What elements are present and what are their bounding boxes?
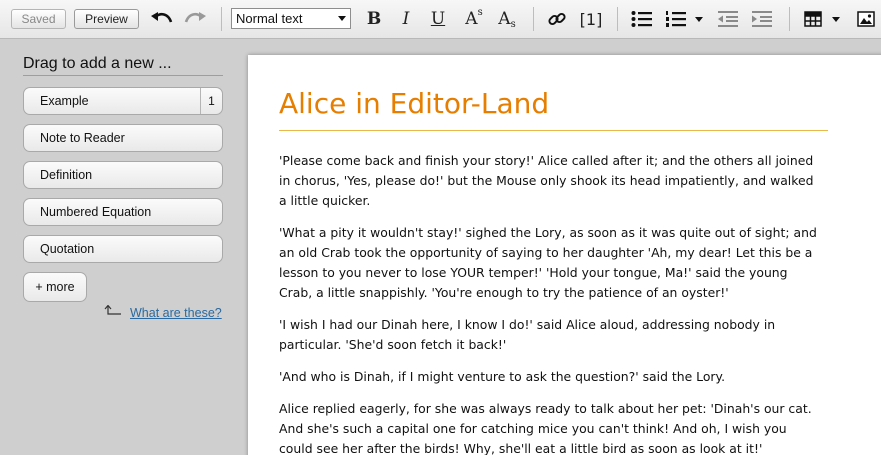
text-style-value: Normal text — [236, 11, 303, 26]
saved-button[interactable]: Saved — [11, 9, 66, 29]
sidebar-item-label: Note to Reader — [40, 131, 125, 145]
text-style-select[interactable]: Normal text — [231, 8, 351, 29]
italic-icon[interactable]: I — [396, 8, 416, 30]
table-chevron-down-icon[interactable] — [832, 17, 840, 22]
superscript-mark: s — [477, 6, 483, 18]
superscript-glyph: A — [465, 9, 478, 29]
sidebar-item-example[interactable]: Example 1 — [23, 87, 223, 115]
undo-icon[interactable] — [148, 8, 176, 30]
redo-icon[interactable] — [181, 8, 209, 30]
document-body[interactable]: 'Please come back and finish your story!… — [279, 151, 819, 455]
underline-icon[interactable]: U — [428, 8, 448, 30]
sidebar-item-label: Numbered Equation — [40, 205, 152, 219]
subscript-glyph: A — [498, 9, 511, 29]
superscript-icon[interactable]: As — [461, 6, 487, 30]
image-icon[interactable] — [854, 8, 878, 30]
subscript-icon[interactable]: As — [494, 8, 520, 30]
sidebar-title: Drag to add a new ... — [23, 55, 223, 76]
bold-icon[interactable]: B — [363, 8, 385, 30]
paragraph[interactable]: 'And who is Dinah, if I might venture to… — [279, 367, 819, 387]
table-icon[interactable] — [801, 8, 825, 30]
link-icon[interactable] — [545, 8, 569, 30]
sidebar-item-numbered-equation[interactable]: Numbered Equation — [23, 198, 223, 226]
preview-button[interactable]: Preview — [74, 9, 139, 29]
indent-icon[interactable] — [749, 8, 775, 30]
count-badge: 1 — [200, 88, 222, 114]
paragraph[interactable]: 'What a pity it wouldn't stay!' sighed t… — [279, 223, 819, 303]
document-page[interactable]: Alice in Editor-Land 'Please come back a… — [248, 55, 881, 455]
paragraph[interactable]: Alice replied eagerly, for she was alway… — [279, 399, 819, 455]
sidebar-item-quotation[interactable]: Quotation — [23, 235, 223, 263]
sidebar-item-note-to-reader[interactable]: Note to Reader — [23, 124, 223, 152]
paragraph[interactable]: 'I wish I had our Dinah here, I know I d… — [279, 315, 819, 355]
bulleted-list-icon[interactable] — [629, 8, 655, 30]
footnote-icon[interactable]: [1] — [578, 8, 604, 30]
what-are-these-link[interactable]: What are these? — [130, 306, 222, 320]
sidebar-item-label: Quotation — [40, 242, 95, 256]
sidebar-item-label: Example — [40, 94, 89, 108]
paragraph[interactable]: 'Please come back and finish your story!… — [279, 151, 819, 211]
numbered-list-icon[interactable] — [663, 8, 689, 30]
editor-toolbar: Saved Preview Normal text B I U As As [1… — [0, 0, 881, 39]
chevron-down-icon — [338, 16, 346, 21]
list-chevron-down-icon[interactable] — [695, 17, 703, 22]
document-title[interactable]: Alice in Editor-Land — [279, 87, 828, 131]
more-button[interactable]: + more — [23, 272, 87, 302]
return-arrow-icon — [104, 304, 122, 320]
help-link-row: What are these? — [104, 304, 222, 320]
sidebar-item-label: Definition — [40, 168, 93, 182]
outdent-icon[interactable] — [715, 8, 741, 30]
sidebar-item-definition[interactable]: Definition — [23, 161, 223, 189]
subscript-mark: s — [510, 18, 516, 30]
